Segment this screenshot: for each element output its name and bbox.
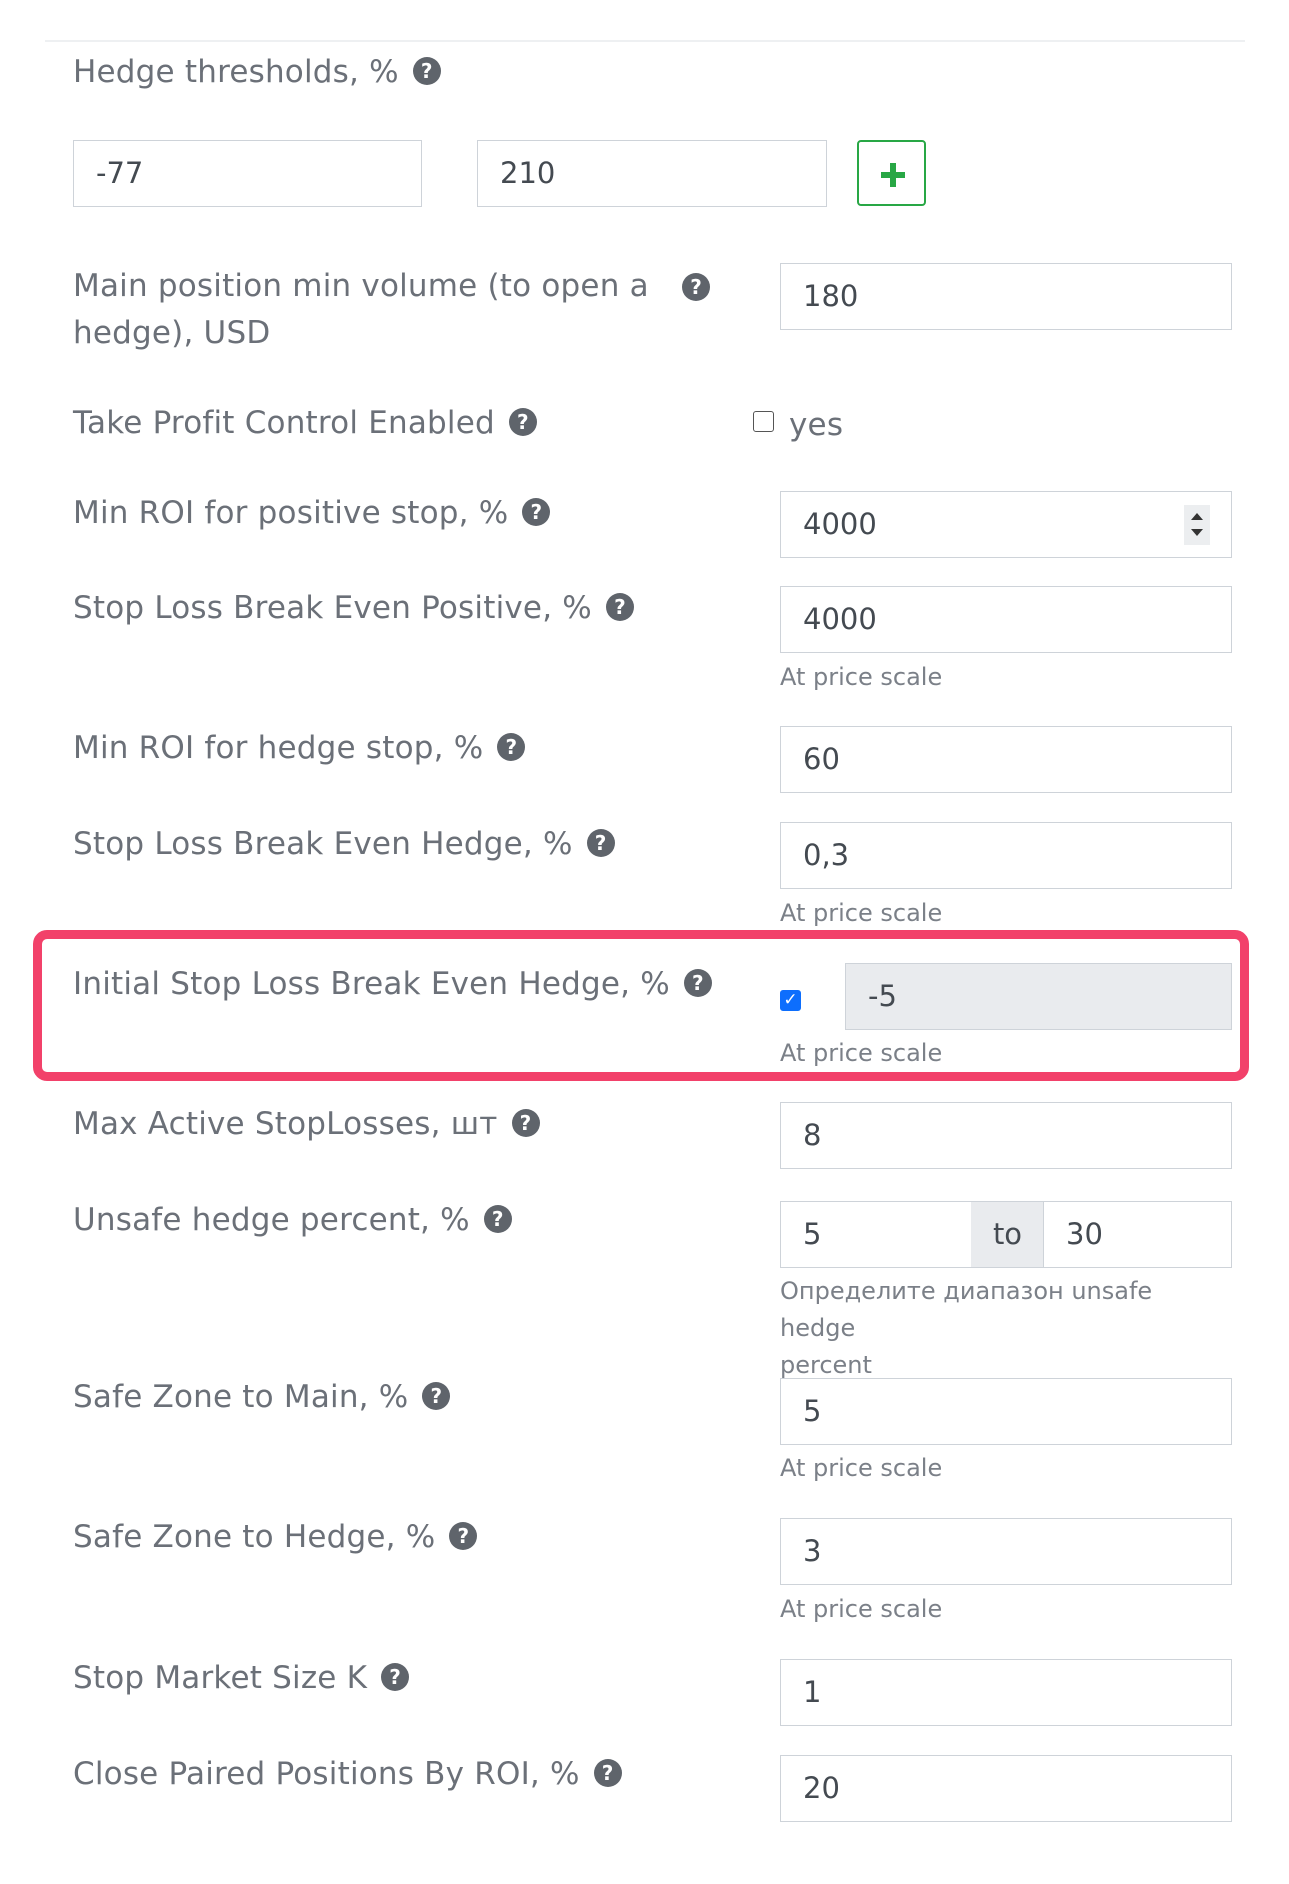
min-roi-positive-stop-input[interactable]: 4000 (780, 491, 1232, 558)
range-separator: to (971, 1201, 1044, 1268)
spinner-down-icon[interactable] (1191, 529, 1203, 536)
field-help-text: At price scale (780, 1595, 943, 1623)
main-position-min-volume-input[interactable]: 180 (780, 263, 1232, 330)
help-icon[interactable]: ? (511, 1108, 540, 1137)
initial-stop-loss-be-hedge-input[interactable]: -5 (845, 963, 1232, 1030)
close-paired-positions-input[interactable]: 20 (780, 1755, 1232, 1822)
stop-market-size-k-label: Stop Market Size K? (73, 1655, 410, 1702)
stop-loss-be-hedge-input[interactable]: 0,3 (780, 822, 1232, 889)
field-help-text: At price scale (780, 663, 943, 691)
field-help-text: Определите диапазон unsafe hedge percent (780, 1277, 1153, 1379)
help-icon[interactable]: ? (682, 273, 710, 301)
min-roi-hedge-stop-input[interactable]: 60 (780, 726, 1232, 793)
help-icon[interactable]: ? (593, 1758, 622, 1787)
hedge-thresholds-label: Hedge thresholds, %? (73, 49, 441, 96)
hedge-threshold-input-1[interactable]: -77 (73, 140, 422, 207)
max-active-stoplosses-input[interactable]: 8 (780, 1102, 1232, 1169)
safe-zone-main-input[interactable]: 5 (780, 1378, 1232, 1445)
safe-zone-hedge-input[interactable]: 3 (780, 1518, 1232, 1585)
help-icon[interactable]: ? (449, 1521, 478, 1550)
field-help-text: At price scale (780, 1454, 943, 1482)
initial-stop-loss-be-hedge-label: Initial Stop Loss Break Even Hedge, %? (73, 961, 712, 1008)
safe-zone-hedge-label: Safe Zone to Hedge, %? (73, 1514, 478, 1561)
main-position-min-volume-label: Main position min volume (to open a hedg… (73, 268, 649, 351)
help-icon[interactable]: ? (683, 968, 712, 997)
close-paired-positions-label: Close Paired Positions By ROI, %? (73, 1751, 622, 1798)
spinner-up-icon[interactable] (1191, 513, 1203, 520)
unsafe-hedge-from-input[interactable]: 5 (780, 1201, 972, 1268)
help-icon[interactable]: ? (586, 828, 615, 857)
take-profit-control-checkbox-label[interactable]: yes (789, 402, 843, 449)
min-roi-positive-stop-label: Min ROI for positive stop, %? (73, 490, 551, 537)
take-profit-control-checkbox[interactable] (753, 411, 774, 432)
hedge-threshold-input-2[interactable]: 210 (477, 140, 827, 207)
max-active-stoplosses-label: Max Active StopLosses, шт? (73, 1101, 540, 1148)
help-icon[interactable]: ? (497, 732, 526, 761)
min-roi-hedge-stop-label: Min ROI for hedge stop, %? (73, 725, 526, 772)
help-icon[interactable]: ? (483, 1204, 512, 1233)
help-icon[interactable]: ? (605, 592, 634, 621)
field-help-text: At price scale (780, 899, 943, 927)
add-threshold-button[interactable] (857, 140, 926, 206)
unsafe-hedge-percent-label: Unsafe hedge percent, %? (73, 1197, 512, 1244)
stop-loss-be-positive-label: Stop Loss Break Even Positive, %? (73, 585, 634, 632)
help-icon[interactable]: ? (522, 497, 551, 526)
help-icon[interactable]: ? (422, 1381, 451, 1410)
number-spinner[interactable] (1184, 505, 1210, 545)
unsafe-hedge-to-input[interactable]: 30 (1043, 1201, 1232, 1268)
help-icon[interactable]: ? (381, 1662, 410, 1691)
initial-stop-loss-be-hedge-checkbox[interactable]: ✓ (780, 990, 801, 1011)
field-help-text: At price scale (780, 1039, 943, 1067)
take-profit-control-label: Take Profit Control Enabled? (73, 400, 537, 447)
stop-loss-be-hedge-label: Stop Loss Break Even Hedge, %? (73, 821, 615, 868)
stop-loss-be-positive-input[interactable]: 4000 (780, 586, 1232, 653)
section-divider (45, 40, 1245, 42)
help-icon[interactable]: ? (412, 56, 441, 85)
help-icon[interactable]: ? (508, 407, 537, 436)
safe-zone-main-label: Safe Zone to Main, %? (73, 1374, 451, 1421)
stop-market-size-k-input[interactable]: 1 (780, 1659, 1232, 1726)
